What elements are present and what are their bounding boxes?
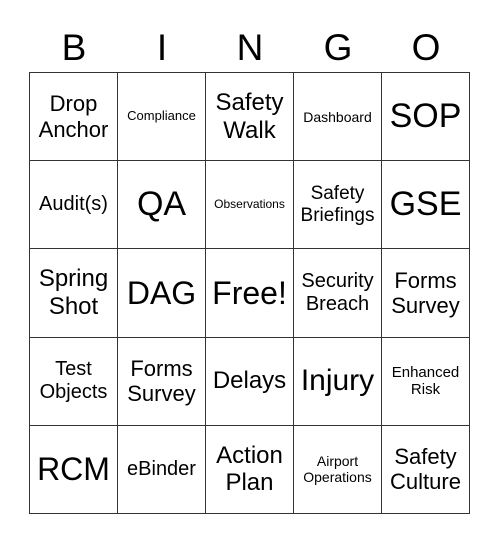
bingo-cell[interactable]: Audit(s) <box>30 161 118 250</box>
bingo-cell[interactable]: Enhanced Risk <box>382 337 470 426</box>
bingo-grid: Drop Anchor Compliance Safety Walk Dashb… <box>29 72 470 514</box>
bingo-cell[interactable]: Observations <box>206 161 294 250</box>
bingo-cell[interactable]: Dashboard <box>294 73 382 162</box>
bingo-cell[interactable]: RCM <box>30 425 118 514</box>
header-letter-o: O <box>411 27 441 68</box>
bingo-cell[interactable]: Action Plan <box>206 425 294 514</box>
bingo-cell[interactable]: DAG <box>118 249 206 338</box>
bingo-cell[interactable]: SOP <box>382 73 470 162</box>
bingo-header: B I N G O <box>30 24 470 72</box>
bingo-cell[interactable]: Safety Culture <box>382 425 470 514</box>
bingo-cell[interactable]: Forms Survey <box>382 249 470 338</box>
bingo-cell[interactable]: Delays <box>206 337 294 426</box>
bingo-cell[interactable]: eBinder <box>118 425 206 514</box>
bingo-cell[interactable]: Injury <box>294 337 382 426</box>
bingo-cell[interactable]: Spring Shot <box>30 249 118 338</box>
bingo-cell[interactable]: QA <box>118 161 206 250</box>
bingo-cell[interactable]: Drop Anchor <box>30 73 118 162</box>
header-letter-i: I <box>156 27 168 68</box>
free-space-cell[interactable]: Free! <box>206 249 294 338</box>
bingo-cell[interactable]: Test Objects <box>30 337 118 426</box>
bingo-cell[interactable]: Safety Walk <box>206 73 294 162</box>
bingo-cell[interactable]: Safety Briefings <box>294 161 382 250</box>
bingo-cell[interactable]: Forms Survey <box>118 337 206 426</box>
header-letter-g: G <box>323 27 353 68</box>
bingo-cell[interactable]: Airport Operations <box>294 425 382 514</box>
bingo-cell[interactable]: GSE <box>382 161 470 250</box>
bingo-cell[interactable]: Security Breach <box>294 249 382 338</box>
bingo-cell[interactable]: Compliance <box>118 73 206 162</box>
header-letter-b: B <box>61 27 87 68</box>
header-letter-n: N <box>236 27 264 68</box>
